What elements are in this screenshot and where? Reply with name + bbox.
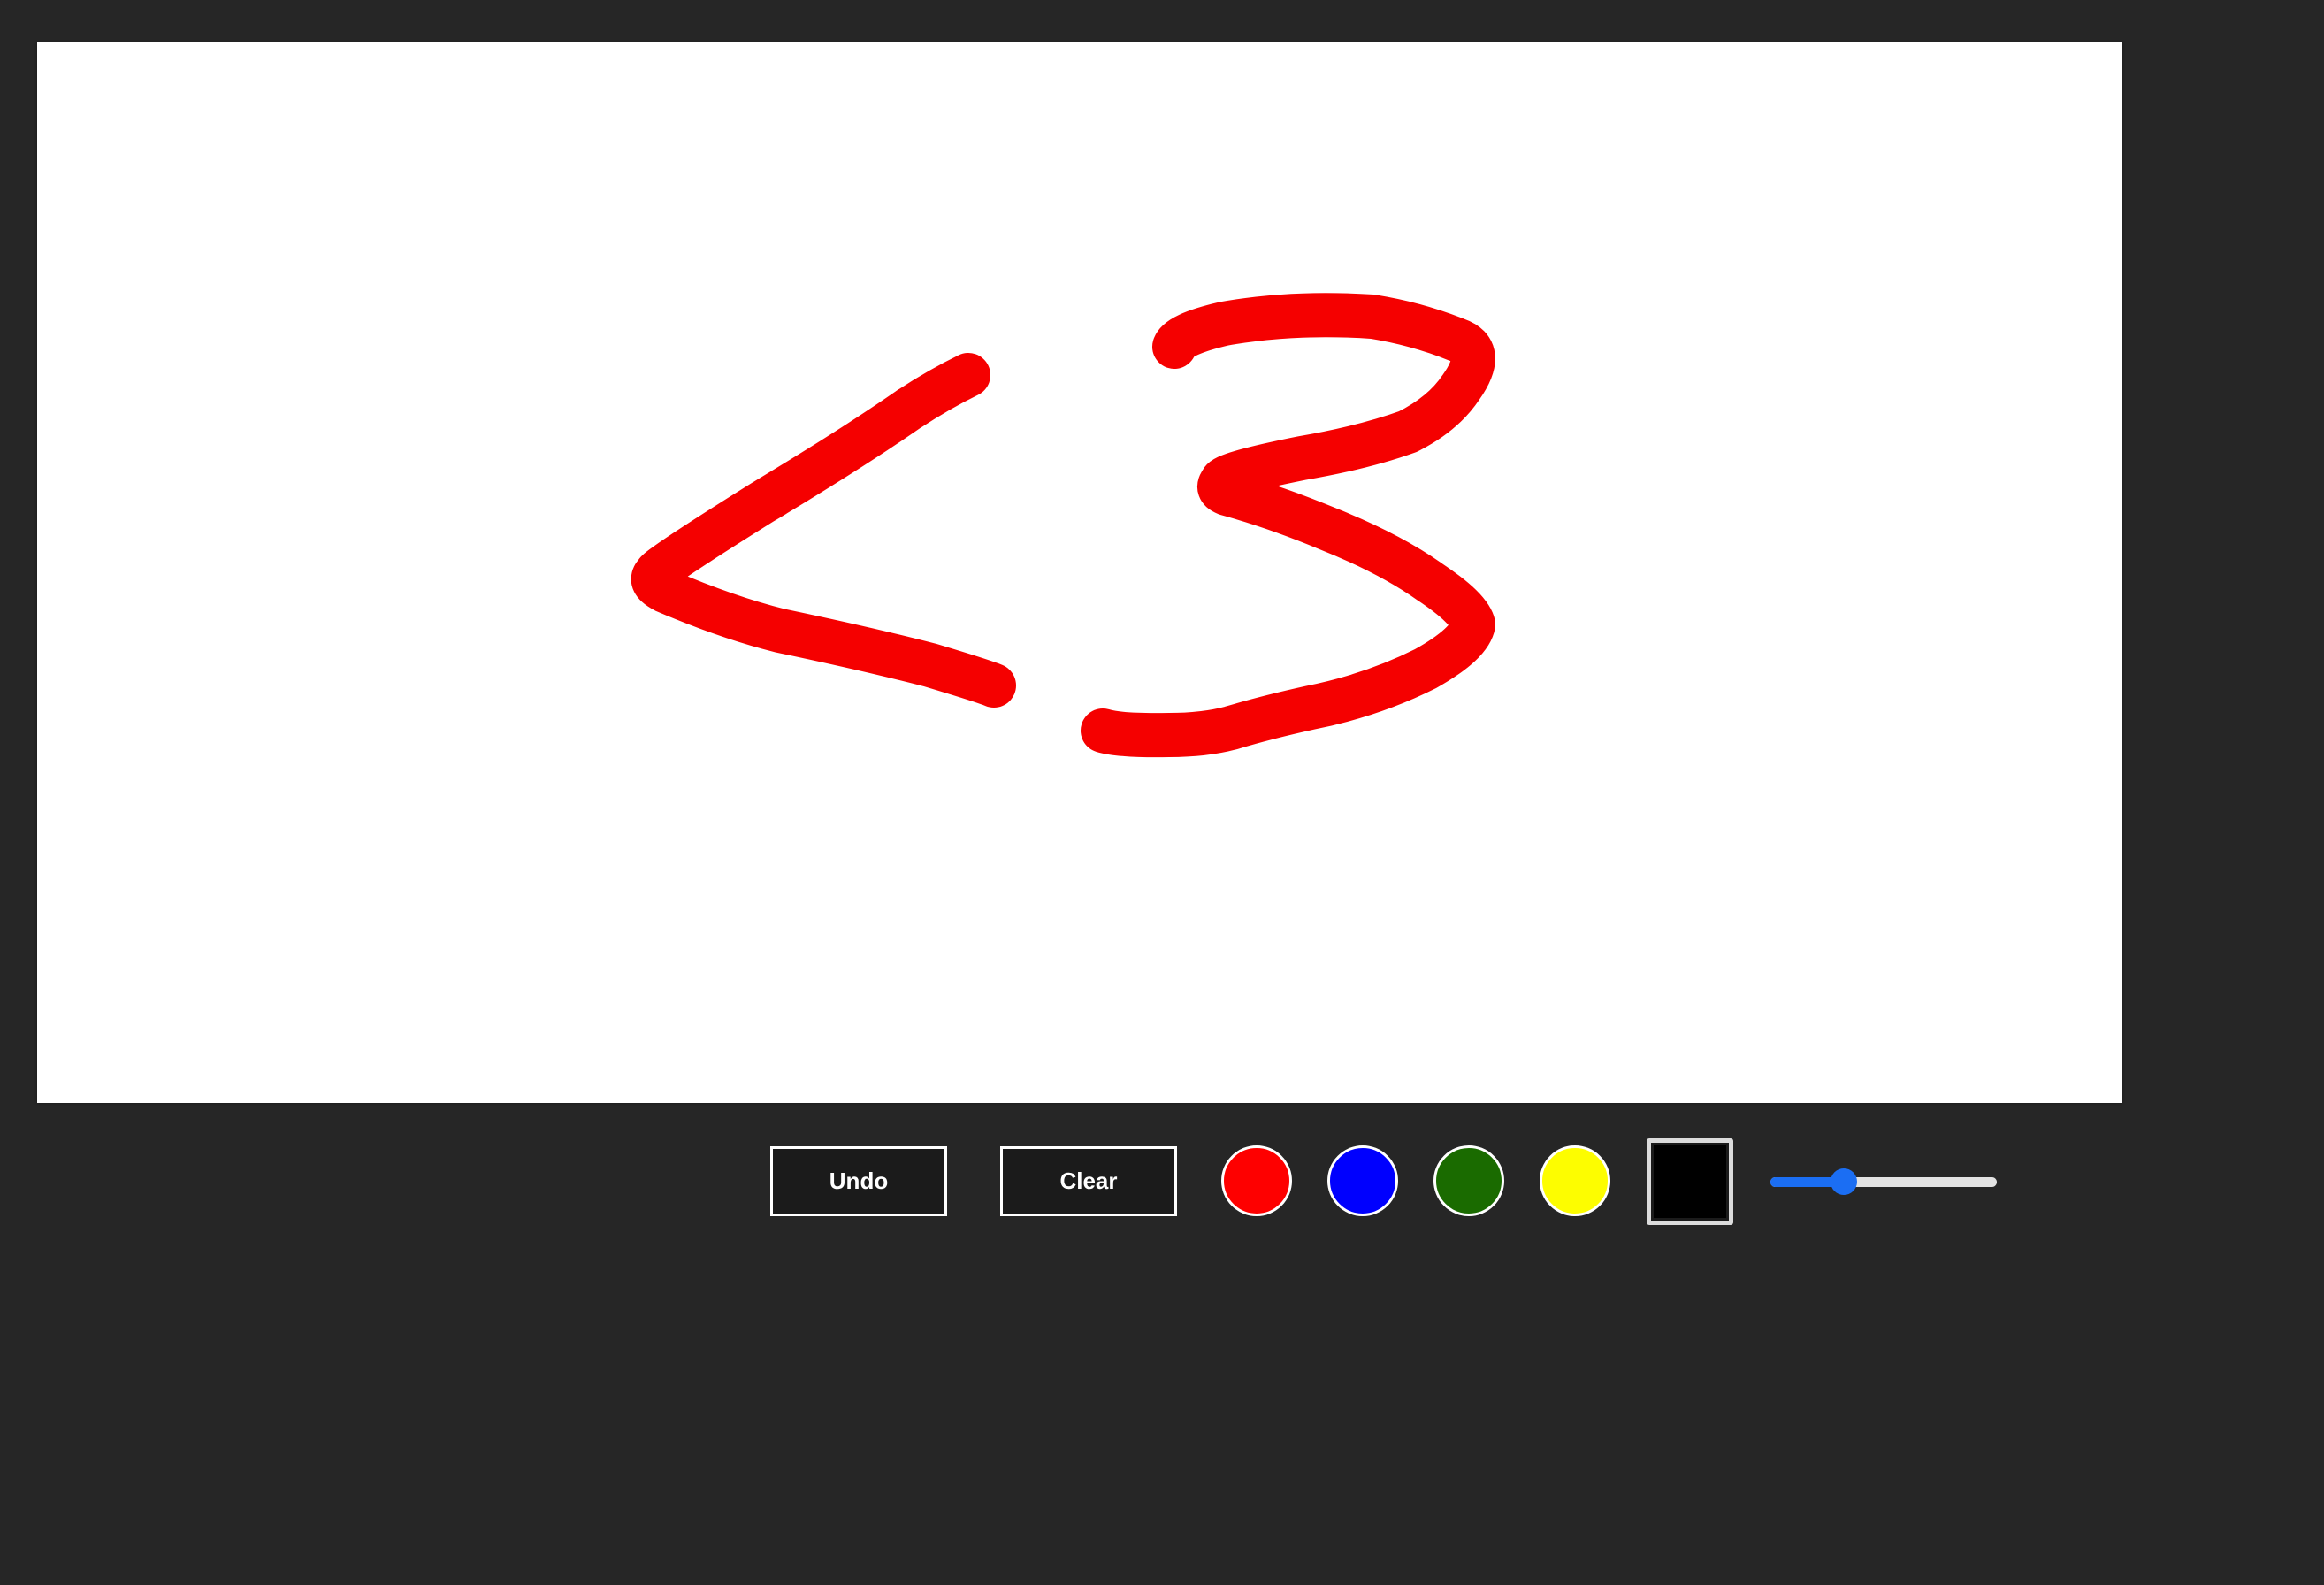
- color-swatch-green[interactable]: [1433, 1145, 1504, 1216]
- undo-button[interactable]: Undo: [770, 1146, 947, 1216]
- drawing-svg: [631, 293, 1495, 758]
- brush-size-slider[interactable]: [1770, 1168, 1997, 1196]
- color-swatch-blue[interactable]: [1327, 1145, 1398, 1216]
- stroke-three: [1081, 293, 1495, 758]
- color-swatch-red[interactable]: [1221, 1145, 1292, 1216]
- custom-color-picker[interactable]: [1647, 1138, 1733, 1225]
- color-swatch-yellow[interactable]: [1540, 1145, 1610, 1216]
- clear-button[interactable]: Clear: [1000, 1146, 1177, 1216]
- custom-color-preview: [1654, 1145, 1726, 1218]
- drawing-canvas[interactable]: [37, 42, 2122, 1103]
- stroke-less-than: [631, 353, 1016, 708]
- drawing-app: Undo Clear: [0, 0, 2324, 1585]
- slider-thumb[interactable]: [1830, 1168, 1857, 1195]
